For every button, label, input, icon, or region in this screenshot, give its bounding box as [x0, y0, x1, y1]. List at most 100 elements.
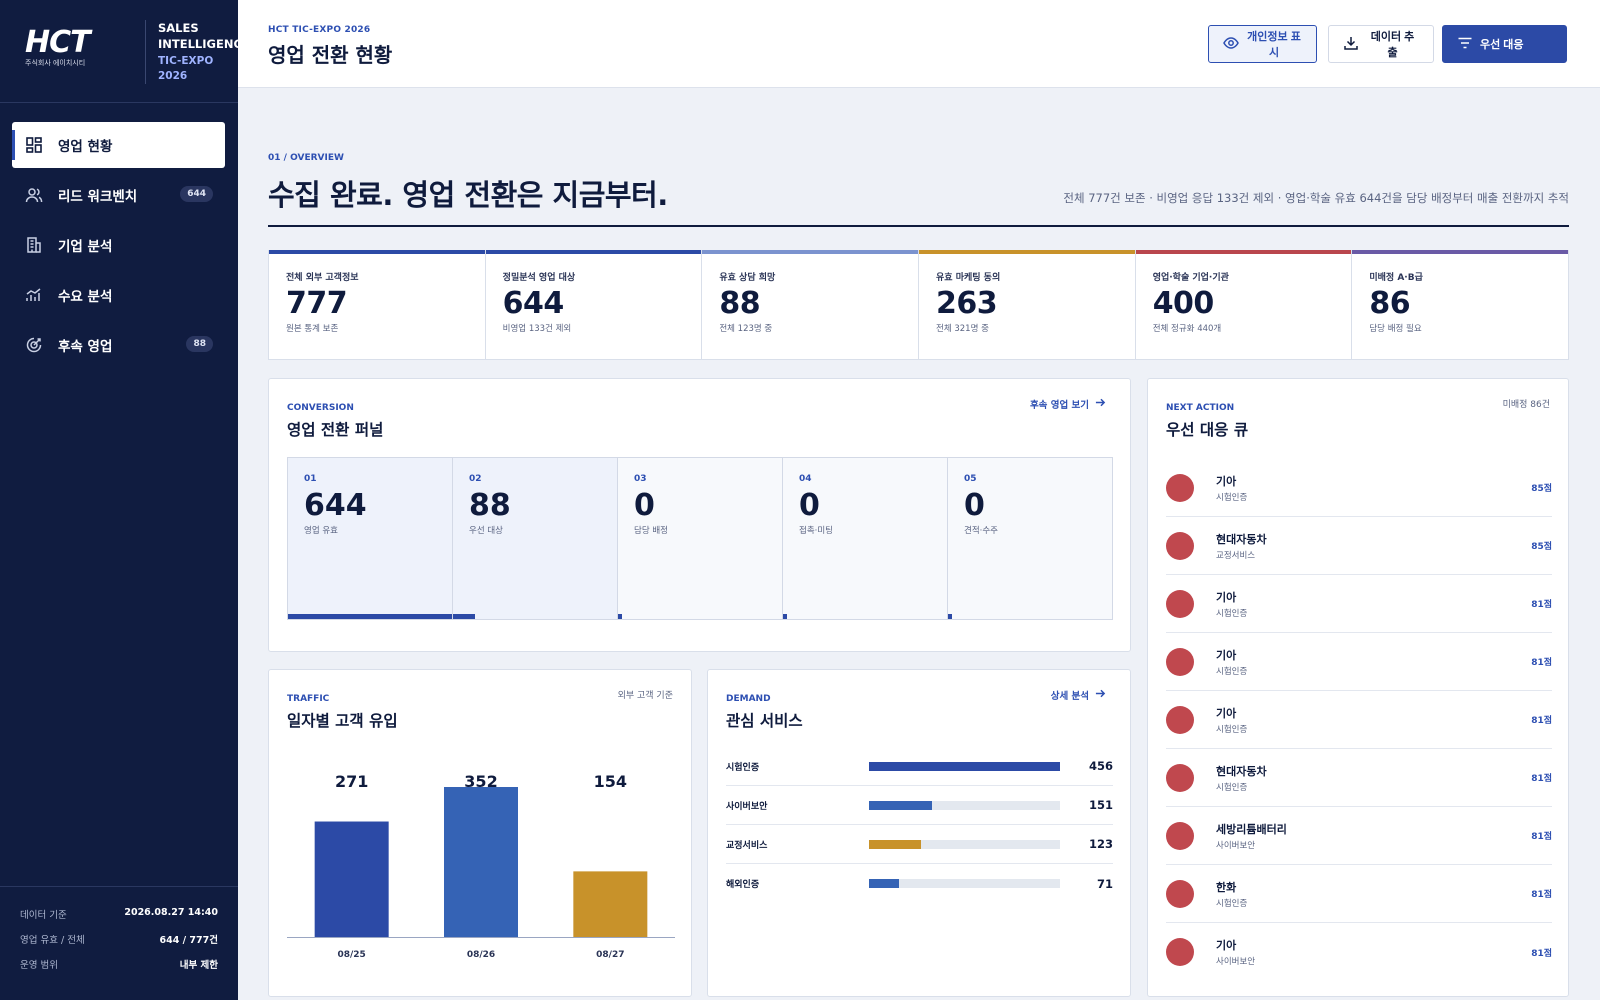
- priority-response-button[interactable]: 우선 대응: [1442, 25, 1567, 63]
- building-icon: [25, 236, 43, 254]
- sidebar-item-demand-analysis[interactable]: 수요 분석: [12, 272, 225, 318]
- list-item[interactable]: 현대자동차 시험인증 81점: [1166, 749, 1552, 807]
- kpi-value: 88: [719, 286, 761, 321]
- service-category: 사이버보안: [1216, 840, 1256, 851]
- priority-dot: [1166, 647, 1194, 676]
- overview-title: 수집 완료. 영업 전환은 지금부터.: [268, 178, 668, 212]
- sidebar-item-follow-up[interactable]: 후속 영업 88: [12, 322, 225, 368]
- list-item[interactable]: 현대자동차 교정서비스 85점: [1166, 517, 1552, 575]
- list-item[interactable]: 한화 시험인증 81점: [1166, 865, 1552, 923]
- follow-up-link[interactable]: 후속 영업 보기: [1030, 397, 1106, 411]
- kpi-subtext: 원본 통계 보존: [286, 324, 339, 334]
- demand-row[interactable]: 해외인증 71: [726, 864, 1113, 903]
- brand-text: SALES INTELLIGENCE TIC-EXPO 2026: [158, 20, 250, 84]
- sidebar-item-dashboard[interactable]: 영업 현황: [12, 122, 225, 168]
- kpi-subtext: 비영업 133건 제외: [502, 324, 572, 334]
- priority-score: 81점: [1531, 832, 1552, 842]
- export-data-button[interactable]: 데이터 추출: [1328, 25, 1434, 63]
- card-eyebrow: CONVERSION: [287, 403, 354, 413]
- bar-08/26[interactable]: [444, 787, 518, 937]
- funnel-stage[interactable]: 05 0 견적·수주: [948, 458, 1112, 619]
- company-name: 기아: [1216, 706, 1237, 720]
- priority-score: 81점: [1531, 658, 1552, 668]
- stage-label: 견적·수주: [964, 526, 998, 536]
- company-name: 현대자동차: [1216, 764, 1267, 778]
- service-bar-track: [869, 800, 1060, 810]
- company-name: 기아: [1216, 474, 1237, 488]
- queue-item-text: 기아 시험인증: [1216, 473, 1247, 503]
- arrow-right-icon: [1095, 397, 1106, 411]
- kpi-color-strip: [1352, 250, 1569, 254]
- kpi-subtext: 전체 321명 중: [936, 324, 989, 334]
- queue-item-text: 현대자동차 시험인증: [1216, 763, 1267, 793]
- stage-label: 영업 유효: [304, 526, 338, 536]
- priority-dot: [1166, 879, 1194, 908]
- stage-value: 88: [469, 488, 511, 523]
- sidebar-item-label: 기업 분석: [58, 239, 113, 255]
- link-label: 상세 분석: [1050, 691, 1089, 702]
- kpi-total-customers[interactable]: 전체 외부 고객정보 777 원본 통계 보존: [269, 250, 486, 359]
- company-name: 기아: [1216, 648, 1237, 662]
- list-item[interactable]: 기아시험인증 81점: [1166, 633, 1552, 691]
- funnel-stage[interactable]: 02 88 우선 대상: [453, 458, 618, 619]
- service-count: 71: [1096, 876, 1113, 891]
- sidebar-item-company-analysis[interactable]: 기업 분석: [12, 222, 225, 268]
- logo-mark: HCT: [25, 25, 91, 60]
- service-category: 시험인증: [1216, 666, 1248, 677]
- sidebar-item-label: 후속 영업: [58, 339, 113, 355]
- service-bar-track: [869, 839, 1060, 849]
- demand-row[interactable]: 교정서비스 123: [726, 825, 1113, 864]
- service-bar-track: [869, 879, 1060, 888]
- funnel-stage[interactable]: 01 644 영업 유효: [288, 458, 453, 619]
- bar-value-label: 154: [594, 772, 627, 791]
- bar-08/25[interactable]: [314, 821, 389, 937]
- kpi-sales-targets[interactable]: 정밀분석 영업 대상 644 비영업 133건 제외: [485, 250, 703, 359]
- footer-row-ratio: 영업 유효 / 전체 644 / 777건: [20, 932, 218, 946]
- kpi-value: 263: [936, 286, 998, 321]
- list-item[interactable]: 기아 사이버보안 81점: [1166, 923, 1552, 981]
- kpi-color-strip: [485, 250, 702, 254]
- company-name: 기아: [1216, 939, 1237, 952]
- count-badge: 88: [186, 336, 213, 352]
- hct-logo[interactable]: HCT 주식회사 에이치시티: [25, 25, 125, 68]
- list-item[interactable]: 기아 시험인증 81점: [1166, 691, 1552, 749]
- kpi-marketing-consent[interactable]: 유효 마케팅 동의 263 전체 321명 중: [919, 250, 1136, 359]
- company-name: 기아: [1216, 590, 1237, 604]
- bar-08/27[interactable]: [573, 871, 648, 937]
- show-privacy-button[interactable]: 개인정보 표시: [1208, 25, 1317, 63]
- kpi-value: 777: [286, 286, 348, 321]
- queue-item-text: 기아 시험인증: [1216, 589, 1247, 619]
- queue-item-text: 기아시험인증: [1216, 647, 1247, 677]
- footer-label: 영업 유효 / 전체: [20, 935, 85, 946]
- bar-value-label: 271: [335, 772, 368, 791]
- kpi-organizations[interactable]: 영업·학술 기업·기관 400 전체 정규화 440개: [1135, 250, 1353, 359]
- priority-dot: [1166, 531, 1194, 560]
- demand-row[interactable]: 사이버보안 151: [726, 786, 1113, 825]
- funnel-stages: 01 644 영업 유효 02 88 우선 대상 03 0 담당 배정 04 0…: [287, 457, 1113, 620]
- queue-item-text: 세방리튬배터리 사이버보안: [1216, 821, 1287, 851]
- service-bar-fill: [869, 879, 899, 888]
- list-item[interactable]: 세방리튬배터리 사이버보안 81점: [1166, 807, 1552, 865]
- kpi-label: 유효 마케팅 동의: [936, 273, 1001, 283]
- demand-services-card: DEMAND 관심 서비스 상세 분석 시험인증 456 사이버보안 151 교…: [707, 669, 1131, 997]
- stage-progress-bar: [948, 614, 953, 619]
- kpi-unassigned-ab[interactable]: 미배정 A·B급 86 담당 배정 필요: [1352, 250, 1569, 359]
- sidebar-item-lead-workbench[interactable]: 리드 워크벤치 644: [12, 172, 225, 218]
- card-title: 관심 서비스: [726, 712, 803, 730]
- stage-progress-bar: [783, 614, 788, 619]
- funnel-stage[interactable]: 03 0 담당 배정: [618, 458, 783, 619]
- funnel-stage[interactable]: 04 0 접촉·미팅: [783, 458, 948, 619]
- dashboard-icon: [25, 136, 43, 154]
- priority-dot: [1166, 705, 1194, 734]
- list-item[interactable]: 기아 시험인증 85점: [1166, 459, 1552, 517]
- kpi-consult-requests[interactable]: 유효 상담 희망 88 전체 123명 중: [702, 250, 920, 359]
- kpi-subtext: 담당 배정 필요: [1369, 324, 1422, 334]
- stage-label: 담당 배정: [634, 526, 668, 536]
- detail-analysis-link[interactable]: 상세 분석: [1051, 688, 1106, 702]
- kpi-color-strip: [702, 250, 919, 254]
- priority-dot: [1166, 763, 1194, 792]
- demand-row[interactable]: 시험인증 456: [726, 747, 1113, 786]
- list-item[interactable]: 기아 시험인증 81점: [1166, 575, 1552, 633]
- card-eyebrow: NEXT ACTION: [1166, 403, 1235, 413]
- stage-number: 03: [634, 474, 647, 484]
